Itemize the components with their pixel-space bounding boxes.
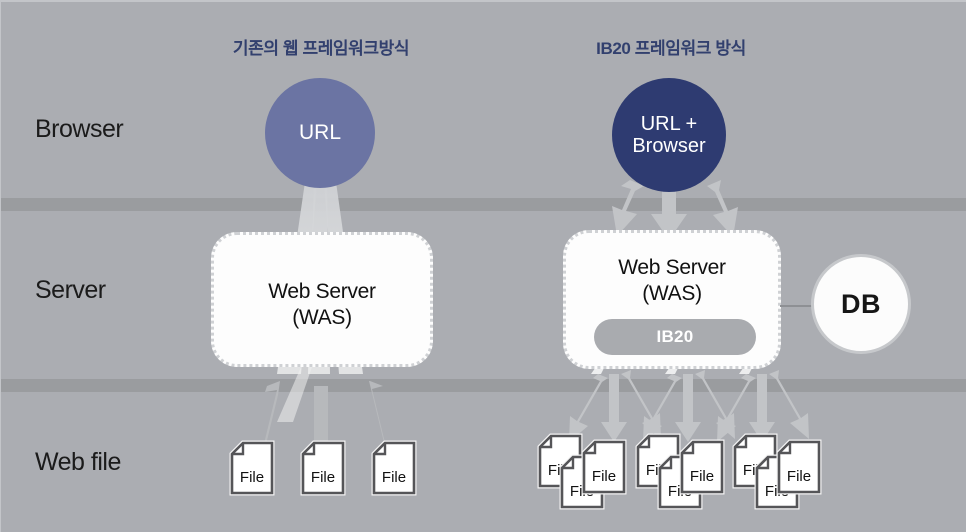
svg-text:File: File xyxy=(592,468,616,485)
svg-text:File: File xyxy=(382,469,406,486)
file-icon-ib20-g3-3[interactable]: File xyxy=(776,439,822,495)
lane-divider-browser-server xyxy=(1,198,966,211)
svg-text:File: File xyxy=(311,469,335,486)
node-ib20-module[interactable]: IB20 xyxy=(594,319,756,355)
node-url-browser-circle[interactable]: URL + Browser xyxy=(612,78,726,192)
connector-server-to-db xyxy=(780,305,814,307)
svg-text:File: File xyxy=(787,468,811,485)
node-url-browser-line2: Browser xyxy=(632,135,706,157)
file-icon-legacy-2[interactable]: File xyxy=(300,440,346,496)
file-icon-legacy-3[interactable]: File xyxy=(371,440,417,496)
node-url-label: URL xyxy=(298,121,341,145)
lane-divider-server-webfile xyxy=(1,379,966,392)
node-web-server-ib20-title: Web Server (WAS) xyxy=(566,255,778,306)
node-web-server-legacy-line2: (WAS) xyxy=(292,305,352,329)
node-database[interactable]: DB xyxy=(811,254,911,354)
svg-text:File: File xyxy=(240,469,264,486)
file-icon-ib20-g2-3[interactable]: File xyxy=(679,439,725,495)
lane-label-browser: Browser xyxy=(35,115,124,143)
flow-legacy-beam-tail xyxy=(277,367,312,422)
node-web-server-ib20-line2: (WAS) xyxy=(642,281,702,305)
lane-label-web-file: Web file xyxy=(35,448,121,476)
node-url-browser-line1: URL + xyxy=(640,112,698,135)
node-web-server-legacy[interactable]: Web Server (WAS) xyxy=(211,232,433,367)
node-web-server-legacy-title: Web Server (WAS) xyxy=(214,279,430,330)
node-web-server-ib20[interactable]: Web Server (WAS) IB20 xyxy=(563,230,781,369)
file-icon-ib20-g1-3[interactable]: File xyxy=(581,439,627,495)
node-url-browser-label: URL + Browser xyxy=(632,113,705,158)
column-title-ib20: IB20 프레임워크 방식 xyxy=(596,39,746,58)
column-title-legacy: 기존의 웹 프레임워크방식 xyxy=(232,39,410,58)
node-url-circle[interactable]: URL xyxy=(265,78,375,188)
file-icon-legacy-1[interactable]: File xyxy=(229,440,275,496)
svg-text:File: File xyxy=(690,468,714,485)
diagram-canvas: 기존의 웹 프레임워크방식 IB20 프레임워크 방식 Browser Serv… xyxy=(0,0,966,532)
node-ib20-module-label: IB20 xyxy=(656,327,694,346)
node-web-server-legacy-line1: Web Server xyxy=(268,280,376,303)
node-web-server-ib20-line1: Web Server xyxy=(618,256,726,279)
lane-label-server: Server xyxy=(35,276,106,304)
node-database-label: DB xyxy=(841,288,881,319)
